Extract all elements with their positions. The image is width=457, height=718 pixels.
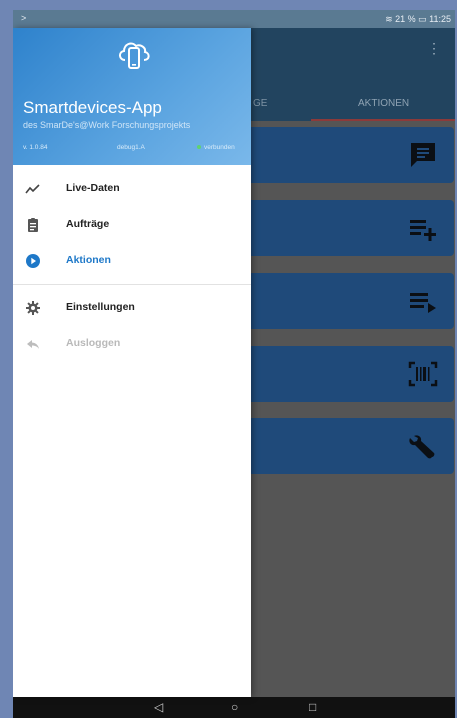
build-label: debug1.A	[117, 144, 145, 151]
drawer-app-subtitle: des SmarDe's@Work Forschungsprojekts	[23, 120, 191, 130]
barcode-scan-icon	[408, 361, 438, 387]
device-screen: > ≋ 21 % ▭ 11:25 ⋮ GE AKTIONEN ◁ ○ □ Sma…	[13, 10, 455, 718]
menu-item-auftraege[interactable]: Aufträge	[13, 207, 251, 243]
clipboard-icon	[28, 218, 38, 232]
playlist-play-icon	[410, 293, 436, 313]
cloud-device-logo-icon	[119, 42, 150, 69]
back-icon[interactable]: ◁	[154, 700, 163, 714]
menu-item-label: Ausloggen	[66, 337, 121, 349]
menu-item-ausloggen[interactable]: Ausloggen	[13, 326, 251, 362]
drawer-app-title: Smartdevices-App	[23, 98, 162, 117]
message-icon	[411, 143, 435, 167]
drawer-header: Smartdevices-App des SmarDe's@Work Forsc…	[13, 28, 251, 165]
connection-status: verbunden	[197, 144, 235, 151]
connection-status-label: verbunden	[204, 144, 235, 151]
action-card-add-list[interactable]	[238, 200, 454, 256]
playlist-add-icon	[410, 220, 436, 241]
menu-item-label: Einstellungen	[66, 301, 135, 313]
menu-item-einstellungen[interactable]: Einstellungen	[13, 290, 251, 326]
play-circle-icon	[26, 254, 40, 268]
action-card-messages[interactable]	[238, 127, 454, 183]
menu-divider	[13, 284, 251, 285]
system-navigation-bar: ◁ ○ □	[13, 697, 455, 718]
menu-item-label: Live-Daten	[66, 182, 120, 194]
app-version: v. 1.0.84	[23, 144, 48, 151]
home-icon[interactable]: ○	[231, 700, 238, 714]
tab-aktionen[interactable]: AKTIONEN	[358, 98, 409, 109]
wrench-icon	[409, 435, 435, 459]
overflow-menu-icon[interactable]: ⋮	[427, 40, 441, 57]
status-bar: > ≋ 21 % ▭ 11:25	[13, 10, 455, 28]
menu-item-label: Aktionen	[66, 254, 111, 266]
action-card-play-list[interactable]	[238, 273, 454, 329]
gear-icon	[26, 301, 40, 315]
trending-icon	[25, 184, 40, 194]
recents-icon[interactable]: □	[309, 700, 316, 714]
menu-item-live-daten[interactable]: Live-Daten	[13, 171, 251, 207]
tab-hidden[interactable]: GE	[253, 98, 267, 109]
action-card-scan[interactable]	[238, 346, 454, 402]
status-indicators: ≋ 21 % ▭ 11:25	[385, 14, 451, 24]
drawer-menu: Live-Daten Aufträge Aktionen Einstellung…	[13, 165, 251, 362]
reply-icon	[27, 340, 39, 349]
connection-dot-icon	[197, 145, 201, 150]
chevron-icon: >	[21, 13, 27, 23]
navigation-drawer: Smartdevices-App des SmarDe's@Work Forsc…	[13, 28, 251, 697]
action-card-tools[interactable]	[238, 418, 454, 474]
menu-item-aktionen[interactable]: Aktionen	[13, 243, 251, 279]
menu-item-label: Aufträge	[66, 218, 110, 230]
